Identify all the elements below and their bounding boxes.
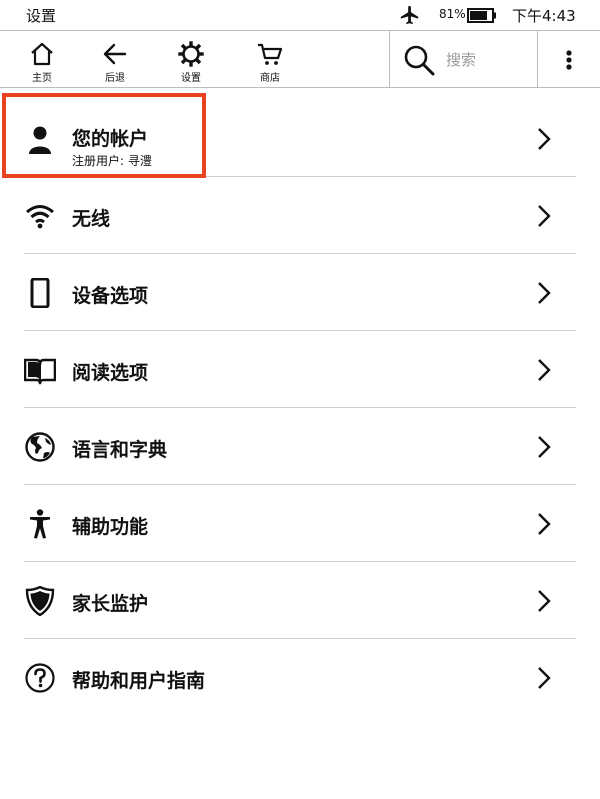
accessibility-icon	[30, 509, 50, 539]
settings-item-help-user-guides[interactable]: 帮助和用户指南	[0, 639, 600, 716]
shield-icon	[25, 586, 55, 616]
battery-icon	[467, 8, 496, 23]
settings-item-device-options[interactable]: 设备选项	[0, 254, 600, 331]
chevron-right-icon	[538, 205, 551, 227]
chevron-right-icon	[538, 513, 551, 535]
settings-item-label: 帮助和用户指南	[72, 670, 206, 692]
chevron-right-icon	[538, 590, 551, 612]
gear-icon	[178, 41, 204, 67]
back-button[interactable]: 后退	[90, 31, 140, 87]
home-label: 主页	[32, 73, 52, 84]
help-icon	[25, 663, 55, 693]
settings-label: 设置	[181, 73, 201, 84]
airplane-icon	[400, 5, 419, 25]
settings-item-label: 辅助功能	[72, 516, 149, 538]
settings-item-label: 无线	[72, 208, 111, 230]
chevron-right-icon	[538, 128, 551, 150]
status-bar: 设置 81% 下午4:43	[0, 0, 600, 30]
battery-percent: 81%	[439, 7, 466, 21]
toolbar: 主页 后退 设置 商店	[0, 30, 600, 88]
back-arrow-icon	[103, 43, 127, 65]
chevron-right-icon	[538, 436, 551, 458]
chevron-right-icon	[538, 359, 551, 381]
clock: 下午4:43	[512, 7, 576, 25]
settings-item-language-dictionaries[interactable]: 语言和字典	[0, 408, 600, 485]
screen-title: 设置	[26, 7, 57, 25]
store-button[interactable]: 商店	[245, 31, 295, 87]
settings-item-accessibility[interactable]: 辅助功能	[0, 485, 600, 562]
book-icon	[24, 358, 56, 385]
device-icon	[30, 278, 50, 308]
settings-item-label: 设备选项	[72, 285, 149, 307]
store-label: 商店	[260, 73, 280, 84]
settings-item-label: 阅读选项	[72, 362, 149, 384]
wifi-icon	[26, 205, 54, 229]
globe-icon	[25, 432, 55, 462]
toolbar-divider	[537, 31, 538, 87]
back-label: 后退	[105, 73, 125, 84]
highlight-box	[2, 93, 206, 178]
settings-item-parental-controls[interactable]: 家长监护	[0, 562, 600, 639]
settings-button[interactable]: 设置	[166, 31, 216, 87]
settings-item-label: 语言和字典	[72, 439, 168, 461]
toolbar-divider	[389, 31, 390, 87]
home-icon	[31, 42, 53, 66]
settings-item-label: 家长监护	[72, 593, 149, 615]
chevron-right-icon	[538, 667, 551, 689]
chevron-right-icon	[538, 282, 551, 304]
settings-item-reading-options[interactable]: 阅读选项	[0, 331, 600, 408]
settings-item-wireless[interactable]: 无线	[0, 177, 600, 254]
home-button[interactable]: 主页	[17, 31, 67, 87]
cart-icon	[258, 43, 283, 65]
more-vertical-icon[interactable]	[562, 45, 576, 75]
search-input[interactable]	[446, 49, 526, 71]
search-icon[interactable]	[402, 43, 436, 77]
